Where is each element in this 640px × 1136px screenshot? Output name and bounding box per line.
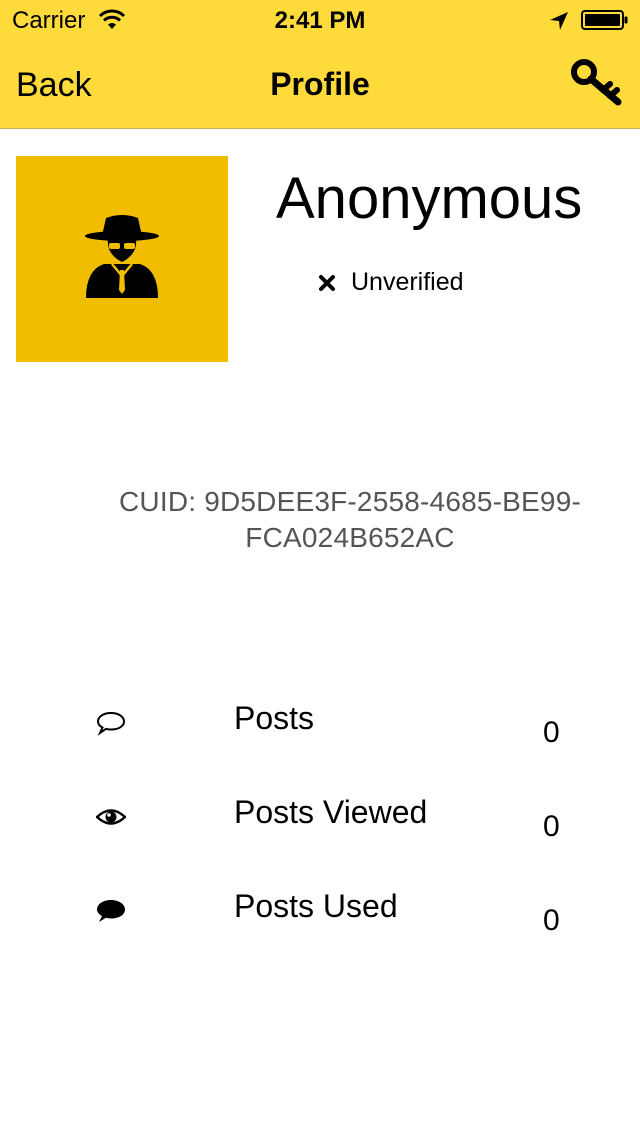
stat-value: 0 — [543, 904, 560, 937]
battery-icon — [581, 10, 628, 30]
eye-icon — [96, 809, 126, 825]
profile-name: Anonymous — [276, 166, 583, 231]
back-button[interactable]: Back — [16, 66, 92, 105]
stat-label: Posts — [234, 700, 315, 736]
verification-label: Unverified — [351, 268, 464, 296]
status-bar: Carrier 2:41 PM — [0, 0, 640, 40]
stat-value: 0 — [543, 810, 560, 843]
stat-row-posts-used: Posts Used 0 — [0, 888, 640, 958]
key-icon[interactable] — [570, 58, 624, 108]
spy-icon — [85, 215, 159, 298]
verification-status: Unverified — [318, 268, 464, 297]
location-arrow-icon — [550, 12, 568, 30]
x-icon — [319, 274, 335, 291]
speech-bubble-outline-icon — [96, 711, 126, 736]
navigation-bar: Back Profile — [0, 40, 640, 129]
page-title: Profile — [270, 66, 370, 102]
clock: 2:41 PM — [274, 7, 366, 34]
stat-label: Posts Viewed — [234, 794, 428, 830]
stat-row-posts-viewed: Posts Viewed 0 — [0, 794, 640, 864]
speech-bubble-filled-icon — [97, 900, 125, 922]
stat-value: 0 — [543, 716, 560, 749]
avatar[interactable] — [16, 156, 228, 362]
stat-label: Posts Used — [234, 888, 398, 924]
stat-row-posts: Posts 0 — [0, 700, 640, 770]
cuid-label: CUID: 9D5DEE3F-2558-4685-BE99-FCA024B652… — [119, 486, 581, 553]
